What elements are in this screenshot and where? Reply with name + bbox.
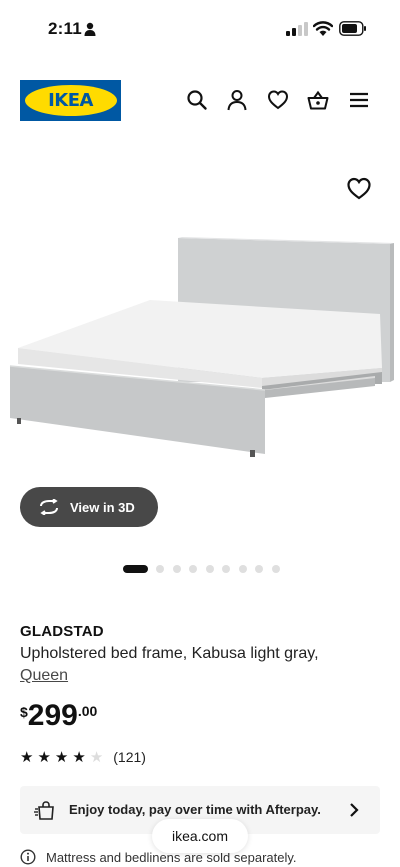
- carousel-dot[interactable]: [271, 565, 280, 573]
- browser-url-text: ikea.com: [171, 828, 229, 844]
- star-empty-icon: ★: [89, 748, 104, 766]
- product-rating[interactable]: ★ ★ ★ ★ ★ (121): [20, 749, 146, 765]
- star-filled-icon: ★: [54, 748, 69, 766]
- battery-icon: [339, 21, 366, 36]
- product-description: Upholstered bed frame, Kabusa light gray…: [20, 643, 360, 687]
- info-icon: [20, 849, 36, 865]
- account-icon[interactable]: [226, 89, 248, 111]
- carousel-dot-active[interactable]: [123, 565, 148, 573]
- browser-url-bar[interactable]: ikea.com: [152, 819, 248, 853]
- review-count[interactable]: (121): [113, 749, 146, 765]
- mattress-notice: Mattress and bedlinens are sold separate…: [20, 849, 297, 865]
- site-header: IKEA: [0, 78, 400, 124]
- product-price: $ 299 .00: [20, 698, 97, 734]
- product-name: GLADSTAD: [20, 623, 104, 640]
- afterpay-text: Enjoy today, pay over time with Afterpay…: [69, 802, 321, 817]
- status-bar: 2:11: [0, 0, 400, 56]
- search-icon[interactable]: [186, 89, 208, 111]
- carousel-dot[interactable]: [189, 565, 197, 573]
- carousel-dot[interactable]: [156, 565, 164, 573]
- price-decimal: .00: [77, 703, 98, 719]
- wifi-icon: [313, 21, 333, 36]
- star-filled-icon: ★: [20, 748, 34, 766]
- logo-text: IKEA: [48, 90, 93, 111]
- rotate-3d-icon: [40, 499, 58, 515]
- price-currency: $: [20, 704, 28, 720]
- menu-icon[interactable]: [348, 89, 370, 111]
- product-description-text: Upholstered bed frame, Kabusa light gray…: [20, 645, 319, 662]
- chevron-right-icon: [350, 803, 359, 817]
- carousel-dot[interactable]: [238, 565, 247, 573]
- carousel-dot[interactable]: [255, 565, 263, 573]
- carousel-dot[interactable]: [172, 565, 181, 573]
- heart-icon[interactable]: [267, 89, 289, 111]
- view-in-3d-button[interactable]: View in 3D: [20, 487, 158, 527]
- person-icon: [84, 22, 96, 36]
- signal-icon: [286, 22, 308, 36]
- product-image[interactable]: [0, 150, 400, 480]
- afterpay-bag-icon: [34, 801, 54, 820]
- ikea-logo[interactable]: IKEA: [20, 80, 121, 121]
- product-size-link[interactable]: Queen: [20, 667, 68, 684]
- view-in-3d-label: View in 3D: [70, 499, 135, 515]
- carousel-pagination: [123, 564, 288, 574]
- carousel-dot[interactable]: [205, 565, 214, 573]
- star-filled-icon: ★: [72, 748, 86, 766]
- status-time: 2:11: [48, 19, 82, 38]
- price-integer: 299: [27, 699, 78, 732]
- basket-icon[interactable]: [307, 89, 329, 111]
- star-filled-icon: ★: [37, 748, 51, 766]
- save-to-favorites-heart-icon[interactable]: [346, 176, 372, 202]
- carousel-dot[interactable]: [222, 565, 230, 573]
